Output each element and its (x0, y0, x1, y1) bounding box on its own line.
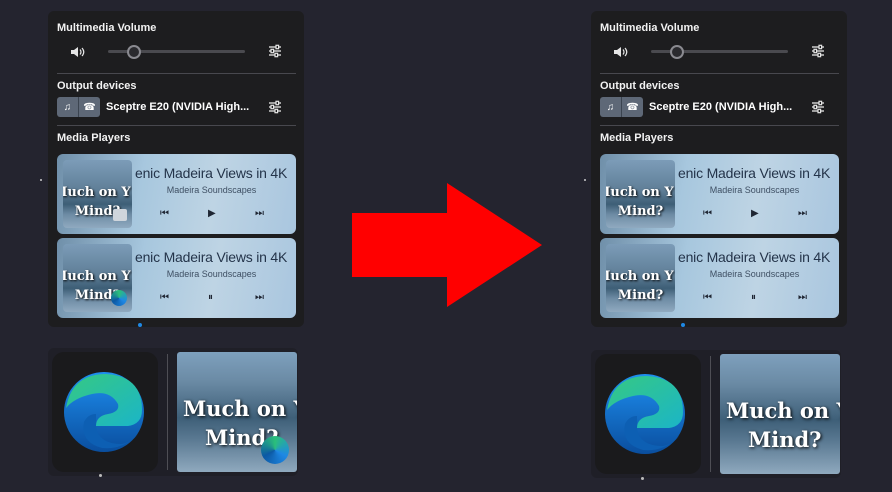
volume-slider-thumb[interactable] (670, 45, 685, 59)
media-thumbnail: Much on Y Mind? (606, 244, 675, 312)
edge-browser-icon (64, 372, 144, 452)
phone-icon[interactable]: ☎ (79, 97, 100, 117)
window-preview-thumbnail[interactable]: Much on Y Mind? (720, 354, 840, 474)
thumbnail-text-line1: Much on Y (606, 269, 674, 284)
browser-app-tile[interactable] (52, 352, 158, 472)
play-icon[interactable]: ▶ (751, 208, 759, 219)
taskbar-preview-before: Much on Y Mind? (48, 348, 298, 476)
media-player-card[interactable]: Much on Y Mind? enic Madeira Views in 4K… (600, 238, 839, 318)
music-note-icon[interactable]: ♫ (600, 97, 622, 117)
media-title: enic Madeira Views in 4K (135, 249, 288, 265)
media-title: enic Madeira Views in 4K (135, 165, 288, 181)
device-type-toggle[interactable]: ♫ ☎ (600, 97, 643, 117)
device-settings-sliders-icon[interactable] (810, 100, 826, 114)
volume-settings-sliders-icon[interactable] (810, 44, 826, 58)
folder-app-icon (113, 209, 127, 221)
audio-flyout-after: Multimedia Volume Output devices ♫ ☎ Sce… (591, 11, 847, 327)
thumbnail-text-line1: Much on Y (63, 269, 131, 284)
volume-slider[interactable] (651, 45, 788, 59)
phone-icon[interactable]: ☎ (622, 97, 643, 117)
volume-settings-sliders-icon[interactable] (267, 44, 283, 58)
media-players-title: Media Players (600, 132, 674, 144)
media-thumbnail: Much on Y Mind? (63, 160, 132, 228)
media-thumbnail: Much on Y Mind? (606, 160, 675, 228)
next-track-icon[interactable]: ⏭ (255, 208, 264, 219)
thumbnail-text-line2: Mind? (617, 204, 664, 219)
edge-browser-icon (111, 290, 127, 306)
output-device-name[interactable]: Sceptre E20 (NVIDIA High... (106, 101, 249, 113)
browser-app-tile[interactable] (595, 354, 701, 474)
previous-track-icon[interactable]: ⏮ (703, 292, 712, 303)
media-artist: Madeira Soundscapes (709, 269, 800, 279)
previous-track-icon[interactable]: ⏮ (703, 208, 712, 219)
play-icon[interactable]: ▶ (208, 208, 216, 219)
media-thumbnail: Much on Y Mind? (63, 244, 132, 312)
window-preview-thumbnail[interactable]: Much on Y Mind? (177, 352, 297, 472)
audio-flyout-before: Multimedia Volume Output devices ♫ ☎ Sce… (48, 11, 304, 327)
divider (57, 125, 296, 126)
output-device-name[interactable]: Sceptre E20 (NVIDIA High... (649, 101, 792, 113)
taskbar-separator (710, 356, 711, 472)
taskbar-indicator-dot (99, 474, 102, 477)
next-track-icon[interactable]: ⏭ (798, 292, 807, 303)
volume-section-title: Multimedia Volume (600, 22, 700, 34)
media-artist: Madeira Soundscapes (166, 269, 257, 279)
media-artist: Madeira Soundscapes (166, 185, 257, 195)
volume-slider[interactable] (108, 45, 245, 59)
edge-browser-icon (261, 436, 289, 464)
thumbnail-text-line1: Much on Y (726, 398, 840, 423)
media-title: enic Madeira Views in 4K (678, 165, 831, 181)
panel-edge-dot (40, 179, 42, 181)
volume-slider-thumb[interactable] (127, 45, 142, 59)
taskbar-indicator-dot (681, 323, 685, 327)
thumbnail-text-line2: Mind? (617, 288, 664, 303)
media-players-title: Media Players (57, 132, 131, 144)
media-artist: Madeira Soundscapes (709, 185, 800, 195)
media-player-card[interactable]: Much on Y Mind? enic Madeira Views in 4K… (57, 238, 296, 318)
output-devices-title: Output devices (600, 80, 680, 92)
edge-browser-icon (605, 374, 685, 454)
media-player-card[interactable]: Much on Y Mind? enic Madeira Views in 4K… (600, 154, 839, 234)
next-track-icon[interactable]: ⏭ (798, 208, 807, 219)
divider (600, 125, 839, 126)
next-track-icon[interactable]: ⏭ (255, 292, 264, 303)
arrow-right-icon (352, 183, 542, 307)
media-player-card[interactable]: Much on Y Mind? enic Madeira Views in 4K… (57, 154, 296, 234)
volume-section-title: Multimedia Volume (57, 22, 157, 34)
thumbnail-text-line2: Mind? (748, 427, 822, 452)
divider (57, 73, 296, 74)
pause-icon[interactable]: ⏸ (208, 292, 213, 303)
taskbar-indicator-dot (641, 477, 644, 480)
thumbnail-text-line1: Much on Y (606, 185, 674, 200)
divider (600, 73, 839, 74)
speaker-icon[interactable] (70, 45, 86, 59)
music-note-icon[interactable]: ♫ (57, 97, 79, 117)
taskbar-preview-after: Much on Y Mind? (591, 350, 841, 478)
output-devices-title: Output devices (57, 80, 137, 92)
previous-track-icon[interactable]: ⏮ (160, 292, 169, 303)
device-type-toggle[interactable]: ♫ ☎ (57, 97, 100, 117)
device-settings-sliders-icon[interactable] (267, 100, 283, 114)
media-title: enic Madeira Views in 4K (678, 249, 831, 265)
panel-edge-dot (584, 179, 586, 181)
thumbnail-text-line1: Much on Y (63, 185, 131, 200)
taskbar-indicator-dot (138, 323, 142, 327)
thumbnail-text-line1: Much on Y (183, 396, 297, 421)
taskbar-separator (167, 354, 168, 470)
previous-track-icon[interactable]: ⏮ (160, 208, 169, 219)
pause-icon[interactable]: ⏸ (751, 292, 756, 303)
speaker-icon[interactable] (613, 45, 629, 59)
